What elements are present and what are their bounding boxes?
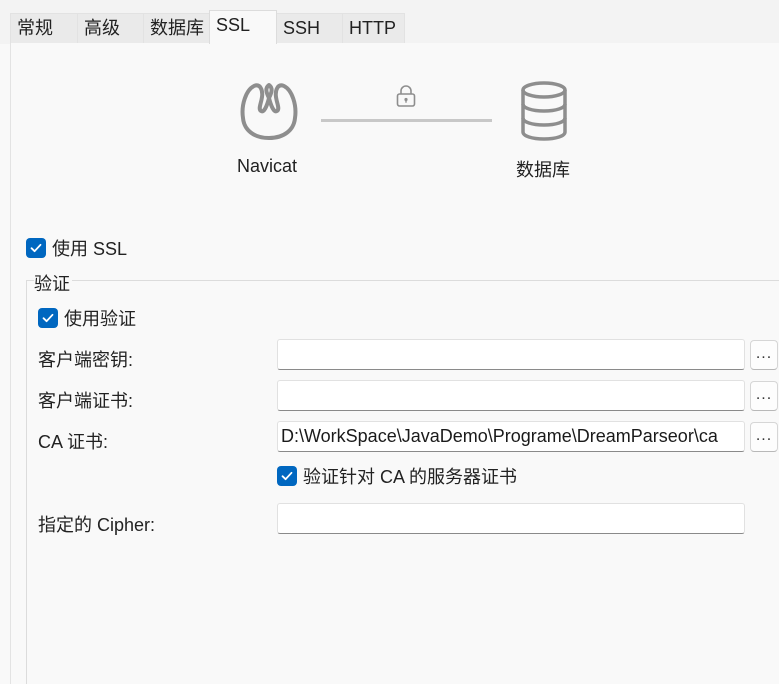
client-cert-input[interactable] <box>277 380 745 411</box>
use-auth-checkbox[interactable]: 使用验证 <box>38 305 136 331</box>
tab-ssl[interactable]: SSL <box>209 10 277 44</box>
use-auth-label: 使用验证 <box>64 309 136 329</box>
ca-cert-browse-button[interactable]: ... <box>750 422 778 452</box>
cipher-input[interactable] <box>277 503 745 534</box>
use-ssl-label: 使用 SSL <box>52 239 128 259</box>
connection-line <box>321 119 492 122</box>
client-key-input[interactable] <box>277 339 745 370</box>
auth-group-legend: 验证 <box>34 270 72 296</box>
tab-http[interactable]: HTTP <box>342 13 405 43</box>
ca-cert-label: CA 证书: <box>38 432 109 452</box>
checkmark-icon <box>38 308 58 328</box>
client-key-browse-button[interactable]: ... <box>750 340 778 370</box>
cipher-label: 指定的 Cipher: <box>38 515 156 535</box>
tab-ssh[interactable]: SSH <box>276 13 343 43</box>
lock-icon <box>396 85 416 107</box>
server-label: 数据库 <box>516 160 570 180</box>
client-cert-label: 客户端证书: <box>38 391 134 411</box>
ca-cert-input[interactable]: D:\WorkSpace\JavaDemo\Programe\DreamPars… <box>277 421 745 452</box>
tab-advanced[interactable]: 高级 <box>77 13 144 43</box>
verify-ca-label: 验证针对 CA 的服务器证书 <box>303 467 518 487</box>
tab-bar: 常规 高级 数据库 SSL SSH HTTP <box>0 0 779 44</box>
checkmark-icon <box>26 238 46 258</box>
client-label: Navicat <box>237 156 298 176</box>
client-key-label: 客户端密钥: <box>38 350 134 370</box>
tab-general[interactable]: 常规 <box>10 13 78 43</box>
verify-ca-checkbox[interactable]: 验证针对 CA 的服务器证书 <box>277 463 517 489</box>
use-ssl-checkbox[interactable]: 使用 SSL <box>26 235 127 261</box>
checkmark-icon <box>277 466 297 486</box>
navicat-logo-icon <box>240 83 298 140</box>
database-icon <box>521 81 567 141</box>
tab-database[interactable]: 数据库 <box>143 13 211 43</box>
client-cert-browse-button[interactable]: ... <box>750 381 778 411</box>
